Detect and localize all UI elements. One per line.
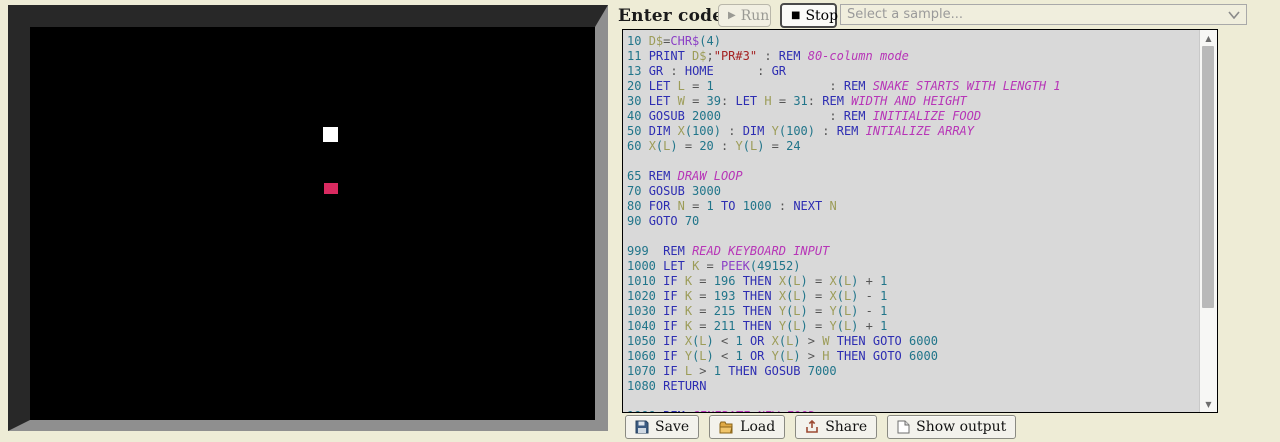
code-editor[interactable]: 10 D$=CHR$(4)11 PRINT D$;"PR#3" : REM 80… — [622, 29, 1218, 413]
chevron-down-icon — [1228, 11, 1240, 19]
share-button-label: Share — [825, 419, 867, 435]
apple2-screen-frame — [8, 5, 608, 431]
save-button-label: Save — [655, 419, 689, 435]
scroll-up-icon: ▲ — [1205, 34, 1211, 43]
code-line: 999 REM READ KEYBOARD INPUT — [627, 244, 1200, 259]
code-line: 1040 IF K = 211 THEN Y(L) = Y(L) + 1 — [627, 319, 1200, 334]
sample-select-placeholder: Select a sample... — [847, 7, 963, 22]
code-line: 70 GOSUB 3000 — [627, 184, 1200, 199]
folder-icon — [719, 421, 734, 434]
share-icon — [805, 420, 819, 434]
share-button[interactable]: Share — [795, 415, 877, 439]
run-button-label: Run — [741, 8, 770, 24]
scroll-up-button[interactable]: ▲ — [1200, 31, 1217, 45]
code-line: 30 LET W = 39: LET H = 31: REM WIDTH AND… — [627, 94, 1200, 109]
scrollbar-thumb[interactable] — [1202, 46, 1214, 308]
code-line: 65 REM DRAW LOOP — [627, 169, 1200, 184]
code-line: 1010 IF K = 196 THEN X(L) = X(L) + 1 — [627, 274, 1200, 289]
code-line: 60 X(L) = 20 : Y(L) = 24 — [627, 139, 1200, 154]
food-block — [324, 183, 338, 194]
action-bar: Save Load Share Show output — [625, 415, 1016, 439]
code-line: 40 GOSUB 2000 : REM INITIALIZE FOOD — [627, 109, 1200, 124]
code-line: 1070 IF L > 1 THEN GOSUB 7000 — [627, 364, 1200, 379]
editor-scrollbar[interactable]: ▲ ▼ — [1199, 30, 1217, 412]
document-icon — [897, 420, 910, 434]
floppy-disk-icon — [635, 420, 649, 434]
code-line: 10 D$=CHR$(4) — [627, 34, 1200, 49]
code-line: 1060 IF Y(L) < 1 OR Y(L) > H THEN GOTO 6… — [627, 349, 1200, 364]
code-line — [627, 154, 1200, 169]
code-line: 1000 LET K = PEEK(49152) — [627, 259, 1200, 274]
stop-button[interactable]: ■ Stop — [780, 3, 837, 28]
code-line: 11 PRINT D$;"PR#3" : REM 80-column mode — [627, 49, 1200, 64]
snake-block — [323, 127, 338, 142]
code-line: 90 GOTO 70 — [627, 214, 1200, 229]
code-line: 80 FOR N = 1 TO 1000 : NEXT N — [627, 199, 1200, 214]
load-button-label: Load — [740, 419, 775, 435]
show-output-button[interactable]: Show output — [887, 415, 1016, 439]
run-button[interactable]: ▶ Run — [718, 4, 771, 27]
code-lines[interactable]: 10 D$=CHR$(4)11 PRINT D$;"PR#3" : REM 80… — [623, 30, 1200, 412]
sample-select[interactable]: Select a sample... — [840, 4, 1247, 25]
scroll-down-button[interactable]: ▼ — [1200, 397, 1217, 411]
save-button[interactable]: Save — [625, 415, 699, 439]
code-line: 20 LET L = 1 : REM SNAKE STARTS WITH LEN… — [627, 79, 1200, 94]
code-line: 50 DIM X(100) : DIM Y(100) : REM INTIALI… — [627, 124, 1200, 139]
stop-button-label: Stop — [805, 8, 838, 24]
show-output-button-label: Show output — [916, 419, 1006, 435]
code-line: 1999 REM GENERATE NEW FOOD — [627, 409, 1200, 412]
code-line: 1050 IF X(L) < 1 OR X(L) > W THEN GOTO 6… — [627, 334, 1200, 349]
code-line: 1030 IF K = 215 THEN Y(L) = Y(L) - 1 — [627, 304, 1200, 319]
code-line: 1020 IF K = 193 THEN X(L) = X(L) - 1 — [627, 289, 1200, 304]
play-icon: ▶ — [728, 10, 736, 21]
load-button[interactable]: Load — [709, 415, 785, 439]
enter-code-label: Enter code: — [618, 6, 730, 26]
code-line: 13 GR : HOME : GR — [627, 64, 1200, 79]
toolbar: Enter code: ▶ Run ■ Stop Select a sample… — [618, 0, 1280, 29]
stop-icon: ■ — [791, 10, 800, 21]
code-line — [627, 229, 1200, 244]
code-line — [627, 394, 1200, 409]
scroll-down-icon: ▼ — [1205, 400, 1211, 409]
code-line: 1080 RETURN — [627, 379, 1200, 394]
apple2-screen[interactable] — [30, 27, 595, 420]
